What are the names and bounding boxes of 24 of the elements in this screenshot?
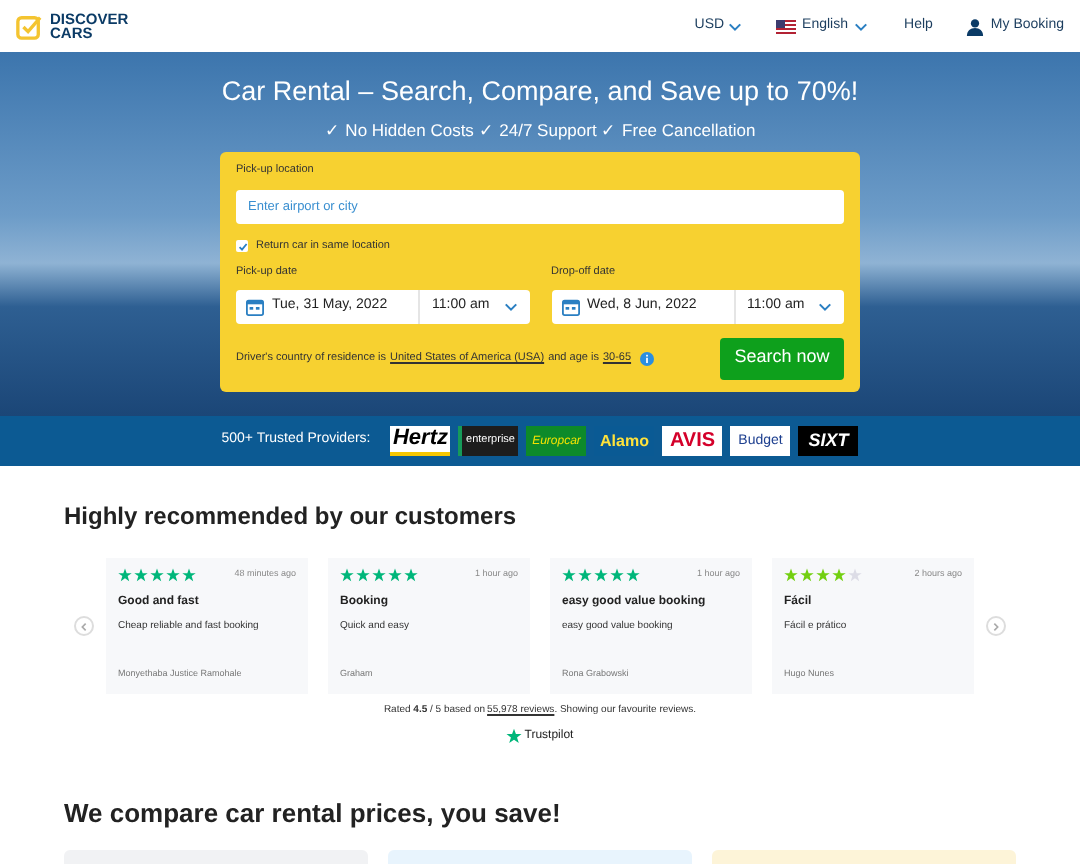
logo-icon [16,13,42,39]
calendar-icon [561,297,579,315]
chevron-down-icon [854,21,869,31]
next-arrow-button[interactable] [986,616,1006,636]
previous-arrow-button[interactable] [74,616,94,636]
hero-title: Car Rental – Search, Compare, and Save up to 70%! [221,74,859,110]
chevron-down-icon [728,21,743,31]
info-icon[interactable] [639,351,654,365]
user-icon [966,17,985,35]
chevron-down-icon [503,301,517,311]
calendar-icon [246,297,264,315]
section-title: Highly recommended by our customers [64,500,519,534]
chevron-down-icon [818,301,832,311]
checkmark-icon [237,241,247,252]
hero-subtitle: ✓ No Hidden Costs ✓ 24/7 Support ✓ Free Cancellation [324,118,756,144]
chevron-left-icon [80,621,88,631]
return-same-checkbox[interactable] [236,240,248,253]
provider-logo: AVIS [662,426,723,456]
provider-logo: SIXT [798,426,859,456]
chevron-right-icon [992,621,1000,631]
provider-logo: Hertz [390,426,451,456]
section-title: We compare car rental prices, you save! [64,795,563,832]
flag-icon [776,19,797,33]
star-icon [506,728,523,744]
